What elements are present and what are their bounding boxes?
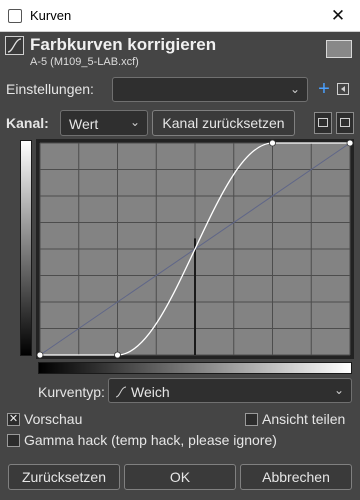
split-view-label: Ansicht teilen <box>262 411 346 427</box>
chevron-down-icon: ⌄ <box>289 82 300 96</box>
gamma-hack-label: Gamma hack (temp hack, please ignore) <box>24 432 277 448</box>
preview-label: Vorschau <box>24 411 83 427</box>
histogram-log-icon <box>340 118 350 127</box>
channel-value: Wert <box>69 116 99 132</box>
linear-histogram-button[interactable] <box>314 112 332 134</box>
settings-combo[interactable]: ⌄ <box>112 77 308 102</box>
curve-control-point[interactable] <box>114 351 121 359</box>
split-view-checkbox[interactable] <box>245 413 258 426</box>
close-icon[interactable]: ✕ <box>316 0 360 32</box>
image-name: A-5 (M109_5-LAB.xcf) <box>30 56 139 68</box>
curve-type-combo[interactable]: Weich ⌄ <box>108 378 352 403</box>
channel-combo[interactable]: Wert ⌄ <box>60 110 148 136</box>
add-preset-icon[interactable]: + <box>316 79 332 99</box>
input-gradient-bar <box>38 362 352 374</box>
curve-control-point[interactable] <box>346 139 354 147</box>
curves-header-icon <box>5 36 24 55</box>
histogram-linear-icon <box>318 118 328 127</box>
reset-button[interactable]: Zurücksetzen <box>8 464 120 490</box>
preset-menu-icon[interactable] <box>337 83 349 95</box>
settings-label: Einstellungen: <box>6 81 94 97</box>
chevron-down-icon: ⌄ <box>129 115 140 129</box>
log-histogram-button[interactable] <box>336 112 354 134</box>
drawable-preview <box>326 40 352 58</box>
gamma-hack-checkbox[interactable] <box>7 434 20 447</box>
channel-label: Kanal: <box>6 115 49 131</box>
curve-editor[interactable] <box>36 139 354 359</box>
window-titlebar: Kurven ✕ <box>0 0 360 32</box>
reset-channel-button[interactable]: Kanal zurücksetzen <box>152 110 295 136</box>
dialog-title: Farbkurven korrigieren <box>30 35 217 54</box>
output-gradient-bar <box>20 140 32 356</box>
curve-type-label: Kurventyp: <box>38 384 105 400</box>
ok-button[interactable]: OK <box>124 464 236 490</box>
curve-control-point[interactable] <box>36 351 44 359</box>
cancel-button[interactable]: Abbrechen <box>240 464 352 490</box>
preview-checkbox[interactable]: ✕ <box>7 413 20 426</box>
chevron-down-icon: ⌄ <box>333 383 344 397</box>
window-title: Kurven <box>30 8 72 23</box>
curves-app-icon <box>8 9 22 23</box>
smooth-curve-icon <box>115 385 127 401</box>
curve-type-value: Weich <box>131 384 170 400</box>
curve-control-point[interactable] <box>269 139 276 147</box>
